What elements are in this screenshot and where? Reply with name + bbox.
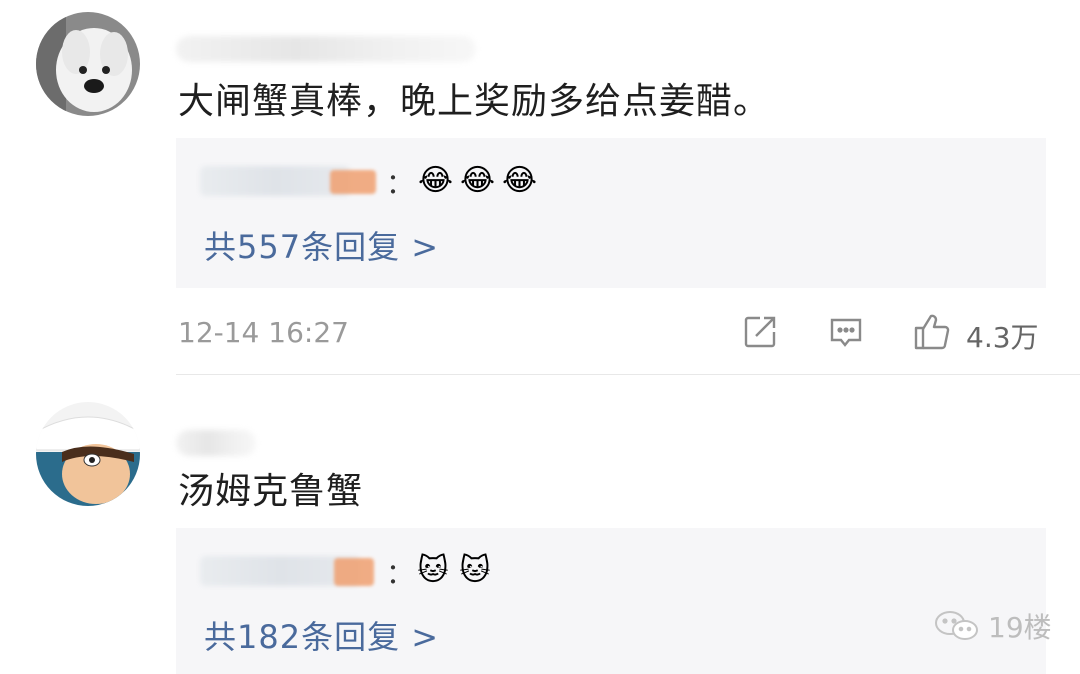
comment-item: 大闸蟹真棒，晚上奖励多给点姜醋。 ： 😂 😂 😂 共557条回复 > 12-14…	[0, 0, 1080, 380]
reply-badge	[334, 558, 374, 586]
laughing-tears-emoji-icon: 😂	[418, 163, 454, 198]
comment-text: 汤姆克鲁蟹	[178, 471, 364, 512]
avatar[interactable]	[36, 402, 140, 506]
reply-username-blurred	[200, 166, 350, 196]
username-blurred[interactable]	[176, 430, 256, 456]
username-blurred[interactable]	[176, 36, 476, 62]
timestamp: 12-14 16:27	[178, 316, 349, 349]
reply-colon: ：	[386, 557, 415, 590]
laughing-tears-emoji-icon: 😂	[460, 163, 496, 198]
reply-line: ： 😂 😂 😂	[200, 162, 700, 202]
divider	[176, 374, 1080, 375]
cat-emoji-icon: 🐱	[417, 553, 449, 588]
comment-icon[interactable]	[828, 314, 864, 350]
like-count: 4.3万	[966, 321, 1039, 354]
reply-colon: ：	[386, 167, 415, 200]
reply-preview-box[interactable]: ： 😂 😂 😂 共557条回复 >	[176, 138, 1046, 288]
cat-emoji-icon: 🐱	[459, 553, 491, 588]
comment-text: 大闸蟹真棒，晚上奖励多给点姜醋。	[178, 81, 771, 122]
share-icon[interactable]	[742, 314, 778, 350]
watermark-text: 19楼	[988, 611, 1052, 644]
reply-preview-box[interactable]: ： 🐱 🐱 共182条回复 >	[176, 528, 1046, 674]
wechat-icon	[934, 610, 980, 642]
laughing-tears-emoji-icon: 😂	[502, 163, 538, 198]
thumbs-up-icon[interactable]	[912, 312, 952, 352]
comment-meta-row: 12-14 16:27 4.3万	[0, 308, 1080, 358]
view-replies-link[interactable]: 共557条回复 >	[204, 222, 439, 268]
view-replies-link[interactable]: 共182条回复 >	[204, 612, 439, 658]
reply-badge	[330, 170, 376, 194]
avatar[interactable]	[36, 12, 140, 116]
reply-line: ： 🐱 🐱	[200, 552, 700, 592]
comment-item: 汤姆克鲁蟹 ： 🐱 🐱 共182条回复 >	[0, 380, 1080, 674]
